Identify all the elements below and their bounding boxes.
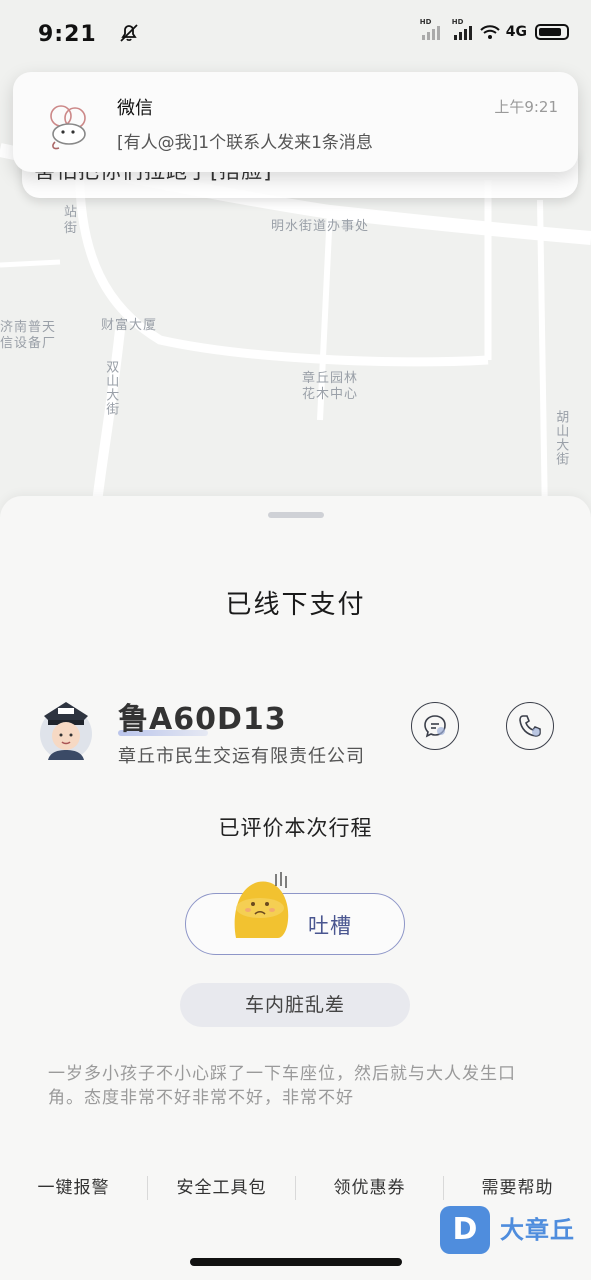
emergency-alarm-button[interactable]: 一键报警 (0, 1176, 147, 1206)
complaint-comment: 一岁多小孩子不小心踩了一下车座位，然后就与大人发生口角。态度非常不好非常不好，非… (48, 1064, 516, 1108)
sad-blob-emoji-icon (234, 872, 289, 938)
get-coupons-button[interactable]: 领优惠券 (296, 1176, 443, 1206)
wifi-icon (480, 25, 500, 39)
taxi-driver-avatar-icon (40, 702, 92, 760)
safety-toolkit-button[interactable]: 安全工具包 (148, 1176, 295, 1206)
status-time: 9:21 (38, 22, 97, 47)
sheet-drag-handle[interactable] (268, 512, 324, 518)
taxi-company: 章丘市民生交运有限责任公司 (118, 746, 365, 767)
home-indicator[interactable] (190, 1258, 402, 1266)
dazhangqiu-watermark: D 大章丘 (440, 1206, 585, 1256)
payment-status-title: 已线下支付 (225, 590, 366, 620)
wechat-notification[interactable]: 微信 上午9:21 [有人@我]1个联系人发来1条消息 (13, 72, 578, 172)
need-help-button[interactable]: 需要帮助 (444, 1176, 591, 1206)
watermark-text: 大章丘 (500, 1216, 575, 1244)
trip-detail-sheet: 已线下支付 鲁A60D13 章丘市民生交运有限责任公司 已评价本次行程 吐槽 车… (0, 496, 591, 1280)
map-label-office: 明水街道办事处 (271, 219, 370, 234)
complaint-tag: 车内脏乱差 (180, 983, 410, 1027)
battery-icon (535, 24, 569, 40)
rated-trip-label: 已评价本次行程 (218, 816, 373, 840)
map-label-shuangshan: 双山大街 (103, 360, 119, 416)
complain-label: 吐槽 (308, 914, 352, 938)
message-driver-button[interactable] (411, 702, 459, 750)
watermark-logo-badge: D (440, 1206, 490, 1254)
map-label-hushan: 胡山大街 (553, 410, 569, 466)
wechat-sticker-icon (50, 105, 86, 150)
notification-time: 上午9:21 (494, 98, 558, 116)
map-label-station-street: 站 街 (64, 205, 79, 237)
bell-muted-icon (120, 24, 138, 42)
bottom-actions: 一键报警 安全工具包 领优惠券 需要帮助 (0, 1176, 591, 1206)
status-bar: 9:21 HD HD 4G (0, 0, 591, 62)
signal-icon-2: HD (452, 18, 472, 40)
signal-icon-1: HD (420, 18, 440, 40)
network-type: 4G (505, 24, 527, 40)
phone-icon (519, 715, 541, 737)
map-label-building: 财富大厦 (101, 318, 158, 333)
notification-app-name: 微信 (117, 98, 153, 119)
chat-bubble-icon (424, 715, 446, 738)
map-label-nursery: 章丘园林 花木中心 (302, 371, 359, 403)
license-plate: 鲁A60D13 (118, 702, 287, 737)
call-driver-button[interactable] (506, 702, 554, 750)
notification-message: [有人@我]1个联系人发来1条消息 (117, 133, 373, 153)
map-label-company: 济南普天 信设备厂 (0, 320, 57, 352)
